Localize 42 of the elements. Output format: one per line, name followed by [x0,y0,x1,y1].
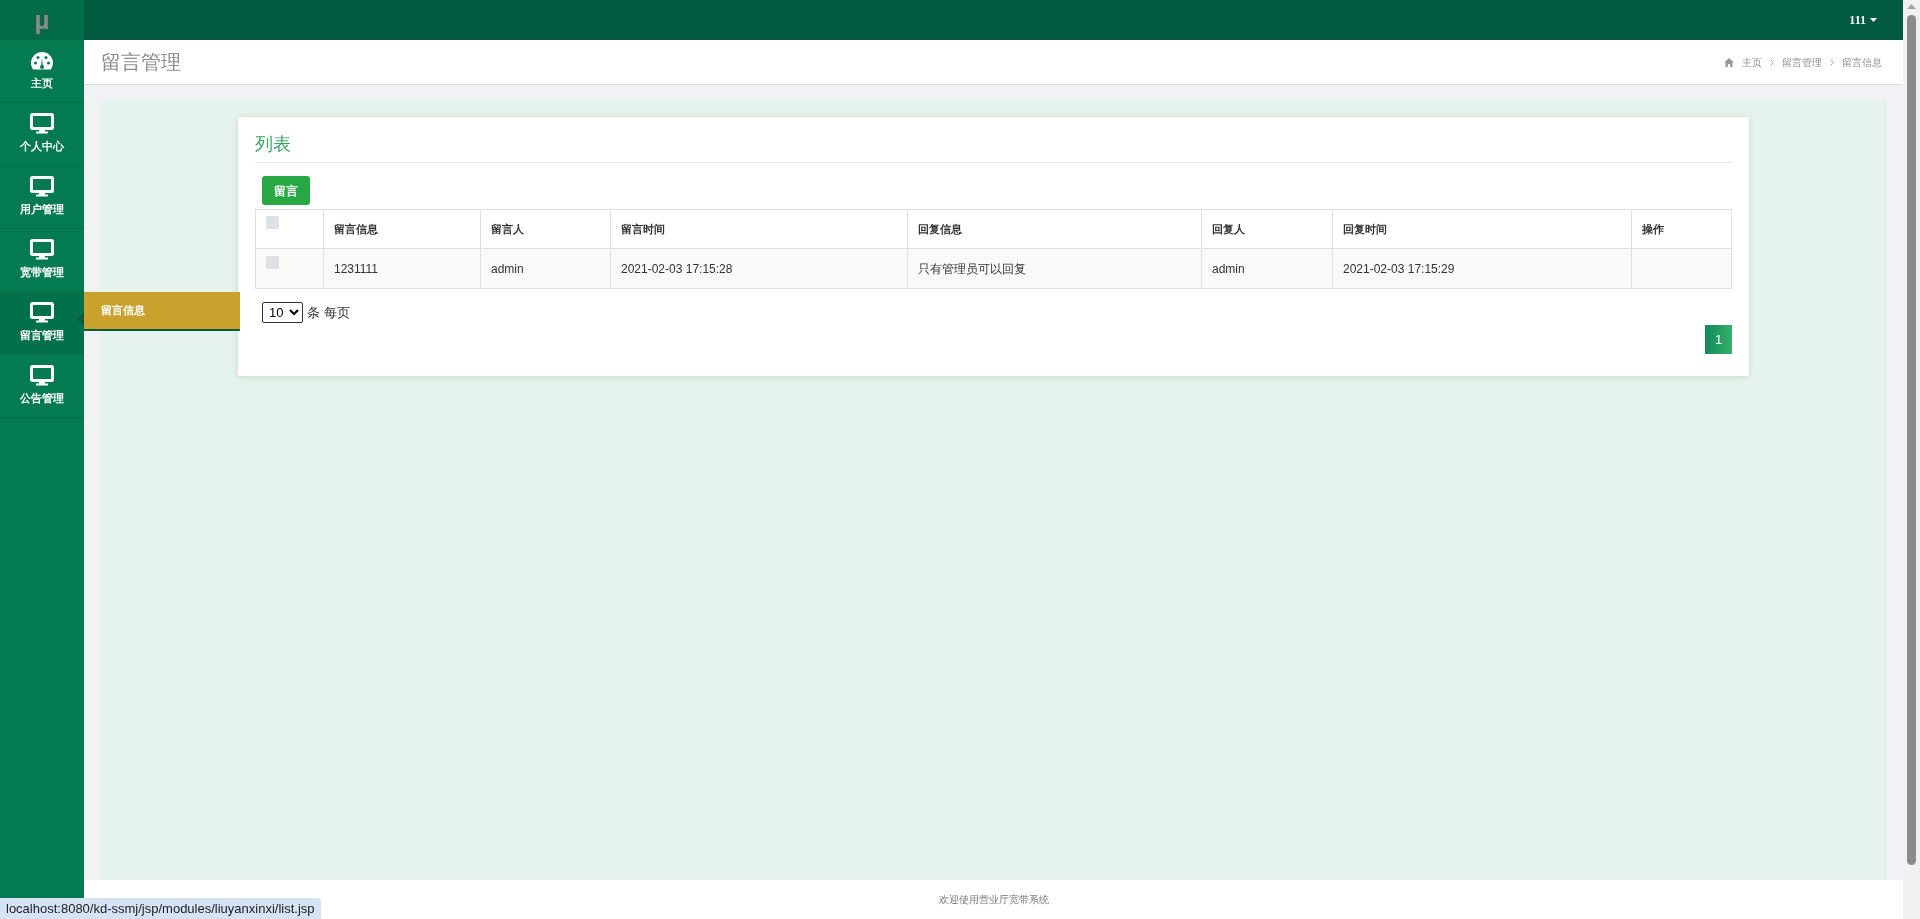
scrollbar[interactable] [1903,0,1920,919]
table-cell: 1231111 [334,261,379,276]
user-menu[interactable]: 111 [1849,0,1877,40]
table-cell: admin [491,261,524,276]
monitor-icon [30,176,54,198]
table-cell: 只有管理员可以回复 [918,261,1026,276]
add-message-button[interactable]: 留言 [262,176,310,205]
status-url: localhost:8080/kd-ssmj/jsp/modules/liuyanxinxi/list.jsp [0,897,321,919]
page-size-select[interactable]: 10 [262,302,303,323]
home-icon [1724,57,1734,67]
column-header: 回复时间 [1332,209,1632,249]
table-cell: 2021-02-03 17:15:29 [1343,261,1455,276]
column-header: 回复信息 [907,209,1202,249]
monitor-icon [30,365,54,387]
footer-text: 欢迎使用营业厅宽带系统 [938,893,1049,907]
column-header: 回复人 [1201,209,1333,249]
breadcrumb-link[interactable]: 留言信息 [1842,54,1882,70]
table-cell: admin [1212,261,1245,276]
monitor-icon [30,302,54,324]
card-title: 列表 [255,134,291,154]
column-header: 操作 [1631,209,1732,249]
checkbox[interactable] [266,216,279,229]
scroll-up-icon [1907,4,1916,9]
page-button[interactable]: 1 [1705,325,1732,354]
breadcrumb-link[interactable]: 主页 [1742,54,1762,70]
checkbox[interactable] [266,255,279,269]
column-header: 留言信息 [323,209,481,249]
dashboard-icon [30,50,54,71]
caret-icon [1870,18,1877,22]
table-cell: 2021-02-03 17:15:28 [621,261,733,276]
page-size-label: 条 每页 [307,303,350,322]
logo: µ [34,3,50,37]
page-title: 留言管理 [101,50,181,75]
column-header: 留言时间 [610,209,908,249]
chevron-icon [1770,58,1774,66]
scroll-thumb[interactable] [1907,15,1916,865]
monitor-icon [30,239,54,261]
column-header: 留言人 [480,209,611,249]
breadcrumb-link[interactable]: 留言管理 [1782,54,1822,70]
monitor-icon [30,113,54,135]
sidebar-item[interactable]: 留言管理 [0,292,84,355]
chevron-icon [1830,58,1834,66]
